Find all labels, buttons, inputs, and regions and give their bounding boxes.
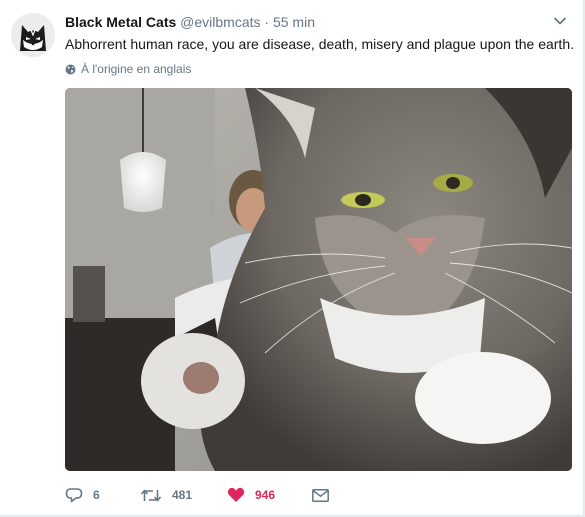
cat-photo: [65, 88, 572, 471]
tweet-timestamp[interactable]: 55 min: [273, 14, 315, 30]
reply-count: 6: [93, 488, 100, 502]
tweet-photo[interactable]: [65, 88, 572, 471]
envelope-icon: [312, 488, 329, 502]
direct-message-button[interactable]: [312, 488, 342, 502]
tweet-header: Black Metal Cats @evilbmcats · 55 min: [65, 13, 543, 31]
tweet-card[interactable]: Black Metal Cats @evilbmcats · 55 min Ab…: [0, 0, 584, 516]
globe-icon: [65, 64, 76, 74]
avatar[interactable]: [11, 13, 55, 57]
translate-link[interactable]: À l'origine en anglais: [65, 61, 191, 77]
translate-label[interactable]: À l'origine en anglais: [81, 61, 191, 77]
tweet-menu-button[interactable]: [553, 14, 567, 28]
retweet-count: 481: [172, 488, 193, 502]
like-count: 946: [255, 488, 276, 502]
reply-button[interactable]: 6: [65, 487, 140, 504]
heart-icon: [227, 487, 245, 502]
like-button[interactable]: 946: [227, 487, 312, 503]
reply-icon: [65, 487, 83, 502]
author-name[interactable]: Black Metal Cats: [65, 14, 176, 30]
author-handle[interactable]: @evilbmcats: [180, 14, 260, 30]
caret-down-icon: [554, 17, 566, 25]
tweet-actions: 6 481 946: [65, 484, 583, 506]
retweet-icon: [140, 489, 162, 501]
avatar-image: [11, 13, 55, 57]
tweet-text: Abhorrent human race, you are disease, d…: [65, 36, 574, 52]
header-separator: ·: [264, 14, 270, 30]
retweet-button[interactable]: 481: [140, 487, 227, 504]
